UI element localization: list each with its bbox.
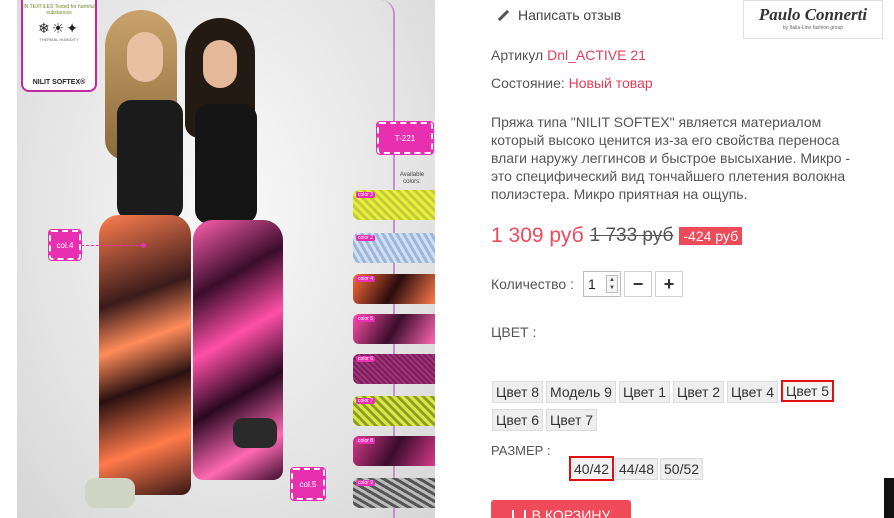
- quantity-spinner[interactable]: ▲ ▼: [605, 275, 618, 293]
- model-left-top: [117, 100, 183, 220]
- swatch-label: color 7: [356, 398, 376, 404]
- product-image[interactable]: IN TEXTILES Tested for harmful substance…: [17, 0, 435, 518]
- color-swatch: color 8: [353, 436, 435, 466]
- callout-model: T-221: [376, 121, 434, 155]
- color-option[interactable]: Цвет 8: [492, 381, 544, 403]
- color-swatch: color 7: [353, 396, 435, 426]
- color-swatch: color 5: [353, 314, 435, 344]
- swatch-label: color 8: [356, 438, 376, 444]
- color-option[interactable]: Модель 9: [546, 381, 616, 403]
- color-option[interactable]: Цвет 1: [619, 381, 671, 403]
- pencil-icon: [496, 8, 510, 22]
- size-option[interactable]: 44/48: [615, 458, 659, 480]
- color-option[interactable]: Цвет 4: [727, 381, 779, 403]
- callout-col5: col.5: [290, 467, 326, 501]
- color-option[interactable]: Цвет 6: [492, 409, 544, 431]
- sku-value: Dnl_ACTIVE 21: [547, 47, 646, 63]
- old-price: 1 733 руб: [589, 225, 674, 246]
- brand-name: Paulo Connerti: [758, 5, 868, 24]
- callout-line: [81, 245, 143, 246]
- write-review-link[interactable]: Написать отзыв: [496, 7, 621, 23]
- price-row: 1 309 руб 1 733 руб -424 руб: [491, 224, 743, 248]
- color-label: ЦВЕТ :: [491, 324, 537, 340]
- model-right-shoe: [233, 418, 277, 448]
- brand-tagline: by Italia-Line fashion group: [782, 25, 844, 31]
- swatch-label: color 9: [356, 480, 376, 486]
- quantity-value: 1: [587, 276, 596, 292]
- swatch-label: color 3: [356, 192, 376, 198]
- color-option[interactable]: Цвет 2: [673, 381, 725, 403]
- size-label: РАЗМЕР :: [491, 443, 551, 458]
- size-option[interactable]: 50/52: [660, 458, 704, 480]
- model-right-face: [203, 40, 237, 88]
- fabric-info-text: IN TEXTILES Tested for harmful substance…: [23, 4, 95, 16]
- add-to-cart-label: В КОРЗИНУ: [531, 507, 611, 518]
- quantity-increase-button[interactable]: +: [654, 271, 683, 297]
- sku-row: Артикул Dnl_ACTIVE 21: [491, 47, 646, 63]
- available-colors-label: Available colors:: [399, 172, 425, 185]
- cart-icon: [511, 510, 526, 518]
- swatch-label: color 6: [356, 356, 376, 362]
- color-option-selected[interactable]: Цвет 5: [781, 380, 835, 402]
- model-left-leggings: [99, 215, 191, 495]
- color-swatch: color 4: [353, 274, 435, 304]
- fabric-feature-labels: THERMAL HUMIDITY: [39, 37, 79, 42]
- quantity-label: Количество :: [491, 276, 574, 292]
- fabric-info-card: IN TEXTILES Tested for harmful substance…: [21, 0, 97, 92]
- model-left-shoe: [85, 478, 135, 508]
- product-description: Пряжа типа "NILIT SOFTEX" является матер…: [491, 114, 851, 202]
- color-option[interactable]: Цвет 7: [546, 409, 598, 431]
- page-scrollbar[interactable]: [884, 478, 894, 518]
- brand-logo[interactable]: Paulo Connerti by Italia-Line fashion gr…: [743, 0, 883, 39]
- fabric-feature-icons: ❄☀✦: [37, 20, 80, 36]
- model-right-top: [195, 104, 257, 224]
- quantity-row: Количество : 1 ▲ ▼ − +: [491, 271, 683, 297]
- fabric-brand: NILIT SOFTEX®: [32, 79, 86, 86]
- model-left-face: [127, 32, 163, 82]
- condition-value: Новый товар: [568, 75, 653, 91]
- write-review-label: Написать отзыв: [518, 7, 622, 23]
- condition-label: Состояние:: [491, 75, 565, 91]
- callout-col4: col.4: [48, 229, 82, 261]
- callout-dot: [141, 243, 146, 248]
- color-swatch: color 9: [353, 478, 435, 508]
- swatch-label: color 5: [356, 316, 376, 322]
- sku-label: Артикул: [491, 47, 544, 63]
- quantity-input[interactable]: 1 ▲ ▼: [582, 271, 621, 297]
- quantity-decrease-button[interactable]: −: [623, 271, 652, 297]
- condition-row: Состояние: Новый товар: [491, 75, 653, 91]
- color-swatch: color 3: [353, 190, 435, 220]
- swatch-label: color 2: [356, 235, 376, 241]
- color-swatch: color 6: [353, 354, 435, 384]
- swatch-label: color 4: [356, 276, 376, 282]
- add-to-cart-button[interactable]: В КОРЗИНУ: [491, 500, 631, 518]
- size-option-selected[interactable]: 40/42: [569, 456, 615, 481]
- color-swatch: color 2: [353, 233, 435, 263]
- discount-badge: -424 руб: [679, 227, 743, 245]
- current-price: 1 309 руб: [491, 224, 584, 247]
